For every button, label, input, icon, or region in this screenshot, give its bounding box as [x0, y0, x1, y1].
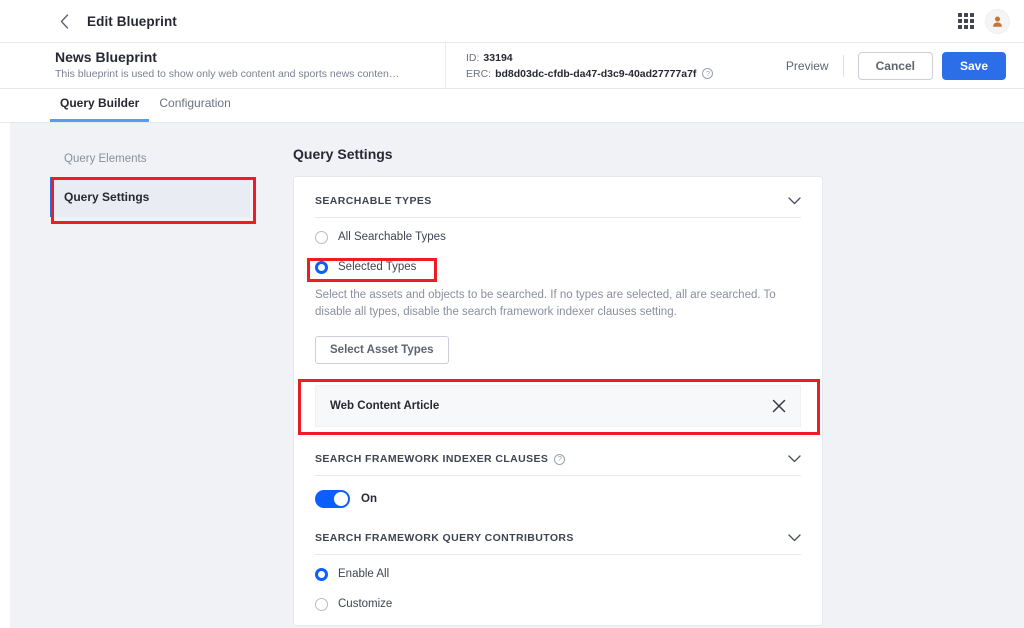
- section-indexer-clauses-header[interactable]: SEARCH FRAMEWORK INDEXER CLAUSES ?: [315, 453, 801, 476]
- searchable-types-help-text: Select the assets and objects to be sear…: [315, 289, 776, 318]
- radio-enable-all[interactable]: Enable All: [315, 563, 801, 585]
- radio-button[interactable]: [315, 567, 328, 581]
- top-navigation-bar: Edit Blueprint: [0, 0, 1024, 43]
- tab-configuration[interactable]: Configuration: [149, 96, 240, 122]
- preview-button[interactable]: Preview: [786, 59, 829, 73]
- close-x-icon[interactable]: [772, 399, 786, 413]
- indexer-clauses-toggle[interactable]: [315, 490, 350, 508]
- radio-all-searchable-types[interactable]: All Searchable Types: [315, 226, 801, 248]
- save-button[interactable]: Save: [941, 51, 1006, 80]
- question-mark-icon[interactable]: ?: [702, 68, 714, 79]
- radio-selected-types[interactable]: Selected Types: [315, 256, 801, 278]
- blueprint-metadata: ID: 33194 ERC: bd8d03dc-cfdb-da47-d3c9-4…: [445, 43, 714, 88]
- content-area: Query Elements Query Settings Query Sett…: [0, 123, 1024, 628]
- user-avatar-icon[interactable]: [985, 8, 1010, 34]
- query-settings-panel: Query Settings SEARCHABLE TYPES All Sear…: [293, 146, 823, 626]
- blueprint-title-block: News Blueprint This blueprint is used to…: [55, 49, 440, 82]
- blueprint-name: News Blueprint: [55, 49, 157, 65]
- chevron-down-icon[interactable]: [788, 455, 801, 463]
- tab-query-builder[interactable]: Query Builder: [50, 96, 150, 122]
- selected-type-row: Web Content Article: [315, 385, 801, 427]
- sidebar-item-label: Query Settings: [64, 190, 150, 204]
- radio-label: All Searchable Types: [338, 231, 446, 243]
- chevron-down-icon[interactable]: [788, 534, 801, 542]
- section-query-contributors-header[interactable]: SEARCH FRAMEWORK QUERY CONTRIBUTORS: [315, 532, 801, 555]
- query-sidebar: Query Elements Query Settings: [50, 153, 250, 217]
- blueprint-header: News Blueprint This blueprint is used to…: [0, 43, 1024, 89]
- id-value: 33194: [483, 51, 513, 64]
- sidebar-group-label: Query Elements: [64, 153, 147, 165]
- toggle-state-label: On: [361, 493, 377, 505]
- settings-card: SEARCHABLE TYPES All Searchable Types Se…: [293, 176, 823, 626]
- id-label: ID:: [466, 51, 480, 64]
- section-title: SEARCH FRAMEWORK INDEXER CLAUSES: [315, 453, 549, 465]
- section-title: SEARCHABLE TYPES: [315, 195, 432, 207]
- radio-label: Customize: [338, 598, 393, 610]
- radio-button[interactable]: [315, 597, 328, 611]
- select-asset-types-button[interactable]: Select Asset Types: [315, 336, 449, 364]
- edit-blueprint-page: Edit Blueprint News Blueprint This bluep…: [0, 0, 1024, 628]
- blueprint-erc-row: ERC: bd8d03dc-cfdb-da47-d3c9-40ad27777a7…: [466, 66, 714, 82]
- indexer-clauses-toggle-row: On: [315, 490, 801, 508]
- divider: [842, 54, 844, 77]
- radio-button[interactable]: [315, 230, 328, 244]
- radio-button[interactable]: [315, 260, 328, 274]
- blueprint-id-row: ID: 33194: [466, 50, 713, 66]
- selected-type-label: Web Content Article: [330, 400, 440, 412]
- chevron-left-icon[interactable]: [55, 12, 73, 30]
- radio-customize[interactable]: Customize: [315, 593, 801, 615]
- erc-label: ERC:: [466, 67, 492, 80]
- sidebar-item-query-settings[interactable]: Query Settings: [50, 177, 250, 217]
- radio-label: Enable All: [338, 568, 390, 580]
- page-title: Edit Blueprint: [87, 13, 177, 29]
- radio-label: Selected Types: [338, 261, 417, 273]
- blueprint-description: This blueprint is used to show only web …: [55, 68, 400, 80]
- tab-bar: Query Builder Configuration: [0, 89, 1024, 123]
- erc-value: bd8d03dc-cfdb-da47-d3c9-40ad27777a7f: [495, 67, 697, 80]
- chevron-down-icon[interactable]: [788, 197, 801, 205]
- question-mark-icon[interactable]: ?: [554, 453, 566, 465]
- grid-apps-icon[interactable]: [958, 13, 974, 29]
- section-title: SEARCH FRAMEWORK QUERY CONTRIBUTORS: [315, 532, 574, 544]
- topbar-actions: [958, 8, 1010, 34]
- cancel-button[interactable]: Cancel: [857, 51, 933, 80]
- header-action-buttons: Preview Cancel Save: [786, 51, 1006, 80]
- section-searchable-types-header[interactable]: SEARCHABLE TYPES: [315, 195, 801, 218]
- panel-title: Query Settings: [293, 146, 393, 162]
